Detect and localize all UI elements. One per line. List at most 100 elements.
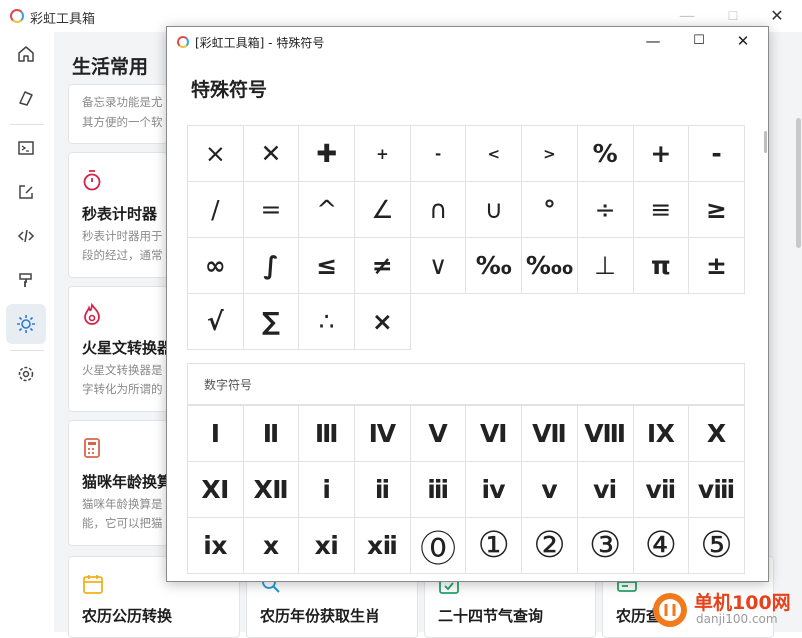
math-symbol-cell[interactable]: ∠ — [355, 182, 411, 238]
number-symbol-cell[interactable]: Ⅲ — [299, 406, 356, 462]
number-symbol-cell[interactable]: Ⅵ — [466, 406, 523, 462]
number-symbol-cell[interactable]: Ⅻ — [243, 462, 300, 518]
number-symbol-cell[interactable]: ⅸ — [188, 518, 244, 574]
number-symbol-cell[interactable]: Ⅹ — [689, 406, 745, 462]
number-symbol-cell[interactable]: Ⅷ — [577, 406, 634, 462]
sidebar-item-edit[interactable] — [6, 172, 46, 212]
math-symbol-cell[interactable]: ∪ — [466, 182, 523, 238]
math-symbol-cell[interactable]: > — [522, 126, 578, 182]
math-symbol-cell[interactable]: ✕ — [243, 126, 300, 182]
dialog-titlebar: [彩虹工具箱] - 特殊符号 — ☐ ✕ — [167, 27, 768, 55]
math-symbol-cell[interactable]: ‱ — [522, 238, 578, 294]
math-symbol-cell[interactable]: ≤ — [299, 238, 356, 294]
dialog-heading: 特殊符号 — [191, 79, 268, 101]
sidebar — [0, 32, 54, 632]
math-symbol-cell[interactable]: π — [633, 238, 690, 294]
number-symbol-cell[interactable]: ④ — [633, 518, 690, 574]
main-minimize-button[interactable]: — — [672, 4, 702, 28]
math-symbol-cell[interactable]: - — [410, 126, 467, 182]
sidebar-item-layers[interactable] — [6, 78, 46, 118]
math-symbol-grid: × ✕ ✚ + - < >% + - / = ^ ∠ ∩ ∪ ° ÷ ≡ ≥ ∞ ∫ ≤ ≠ ∨ ‰ ‱ ⊥ π ± √ ∑ ∴ × — [187, 125, 745, 350]
number-symbol-cell[interactable]: ⅴ — [522, 462, 578, 518]
number-symbol-cell[interactable]: ⅹ — [243, 518, 300, 574]
card-desc-line1: 火星文转换器是 — [82, 363, 163, 377]
dialog-close-button[interactable]: ✕ — [723, 29, 763, 53]
math-symbol-cell[interactable]: ° — [522, 182, 578, 238]
math-symbol-cell[interactable]: ∨ — [410, 238, 467, 294]
layers-icon — [19, 91, 33, 106]
number-symbol-cell[interactable]: Ⅰ — [188, 406, 244, 462]
math-symbol-cell[interactable]: + — [355, 126, 411, 182]
sidebar-item-terminal[interactable] — [6, 128, 46, 168]
main-scrollbar[interactable] — [796, 118, 801, 248]
main-close-button[interactable]: ✕ — [762, 4, 792, 28]
math-symbol-cell[interactable]: × — [188, 126, 244, 182]
number-symbol-cell[interactable]: ① — [466, 518, 523, 574]
main-window-title: 彩虹工具箱 — [30, 12, 96, 27]
math-symbol-cell[interactable]: √ — [188, 294, 244, 350]
math-symbol-cell[interactable]: ∴ — [299, 294, 356, 350]
number-symbol-cell[interactable]: ⑤ — [689, 518, 745, 574]
settings-icon — [18, 366, 34, 382]
math-symbol-cell[interactable]: ÷ — [577, 182, 634, 238]
card-desc-line2: 字转化为所谓的 — [82, 382, 163, 396]
math-symbol-cell[interactable]: / — [188, 182, 244, 238]
number-symbol-cell[interactable]: Ⅳ — [355, 406, 411, 462]
math-symbol-cell[interactable]: ≡ — [633, 182, 690, 238]
number-symbol-cell[interactable]: ⅻ — [355, 518, 411, 574]
math-symbol-cell[interactable]: ∑ — [243, 294, 300, 350]
number-symbol-cell[interactable]: ⓪ — [410, 518, 467, 574]
number-symbol-cell[interactable]: ⅵ — [577, 462, 634, 518]
sidebar-item-paint[interactable] — [6, 260, 46, 300]
number-symbol-cell[interactable]: ⅷ — [689, 462, 745, 518]
watermark-site-name: 单机100网 — [694, 592, 791, 614]
sidebar-item-life[interactable] — [6, 304, 46, 344]
sidebar-divider — [10, 124, 44, 125]
math-symbol-cell[interactable]: = — [243, 182, 300, 238]
stopwatch-icon — [83, 170, 101, 191]
dialog-minimize-button[interactable]: — — [633, 29, 673, 53]
number-symbol-cell[interactable]: Ⅸ — [633, 406, 690, 462]
math-symbol-cell[interactable]: ∞ — [188, 238, 244, 294]
dialog-logo-icon — [177, 36, 189, 48]
number-symbol-cell[interactable]: ③ — [577, 518, 634, 574]
math-symbol-cell[interactable]: ∫ — [243, 238, 300, 294]
number-symbol-cell[interactable]: ⅶ — [633, 462, 690, 518]
card-desc-line1: 秒表计时器用于 — [82, 229, 163, 243]
number-symbol-cell[interactable]: ② — [522, 518, 578, 574]
edit-icon — [19, 185, 33, 199]
sidebar-item-home[interactable] — [6, 34, 46, 74]
math-symbol-cell[interactable]: ≥ — [689, 182, 745, 238]
number-symbol-cell[interactable]: ⅳ — [466, 462, 523, 518]
math-symbol-cell[interactable]: < — [466, 126, 523, 182]
number-section-header: 数字符号 — [187, 363, 745, 405]
number-symbol-cell[interactable]: Ⅴ — [410, 406, 467, 462]
math-symbol-cell[interactable]: ≠ — [355, 238, 411, 294]
math-symbol-cell[interactable]: ✚ — [299, 126, 356, 182]
math-symbol-cell[interactable]: ‰ — [466, 238, 523, 294]
math-symbol-cell[interactable]: ^ — [299, 182, 356, 238]
number-symbol-cell[interactable]: ⅱ — [355, 462, 411, 518]
math-symbol-cell[interactable]: - — [689, 126, 745, 182]
math-symbol-cell[interactable]: ± — [689, 238, 745, 294]
terminal-icon — [18, 141, 34, 155]
math-symbol-cell[interactable]: ⊥ — [577, 238, 634, 294]
flame-icon — [84, 303, 100, 325]
number-symbol-grid: ⅠⅡⅢⅣⅤⅥⅦⅧⅨⅩ ⅪⅫⅰⅱⅲⅳⅴⅵⅶⅷ ⅸⅹⅺⅻ⓪①②③④⑤ — [187, 405, 745, 574]
number-symbol-cell[interactable]: Ⅺ — [188, 462, 244, 518]
number-symbol-cell[interactable]: Ⅶ — [522, 406, 578, 462]
number-symbol-cell[interactable]: ⅺ — [299, 518, 356, 574]
sidebar-item-code[interactable] — [6, 216, 46, 256]
number-symbol-cell[interactable]: ⅰ — [299, 462, 356, 518]
main-maximize-button[interactable]: ☐ — [718, 4, 748, 28]
number-symbol-cell[interactable]: Ⅱ — [243, 406, 300, 462]
dialog-scrollbar[interactable] — [764, 131, 767, 153]
math-symbol-cell[interactable]: ∩ — [410, 182, 467, 238]
math-symbol-cell[interactable]: × — [355, 294, 411, 350]
math-symbol-cell[interactable]: % — [577, 126, 634, 182]
dialog-maximize-button[interactable]: ☐ — [679, 29, 719, 53]
symbol-scroll-area: × ✕ ✚ + - < >% + - / = ^ ∠ ∩ ∪ ° ÷ ≡ ≥ ∞ ∫ ≤ ≠ ∨ ‰ ‱ ⊥ π ± √ ∑ ∴ × 数字符号 … — [187, 117, 745, 581]
math-symbol-cell[interactable]: + — [633, 126, 690, 182]
number-symbol-cell[interactable]: ⅲ — [410, 462, 467, 518]
sidebar-item-settings[interactable] — [6, 354, 46, 394]
